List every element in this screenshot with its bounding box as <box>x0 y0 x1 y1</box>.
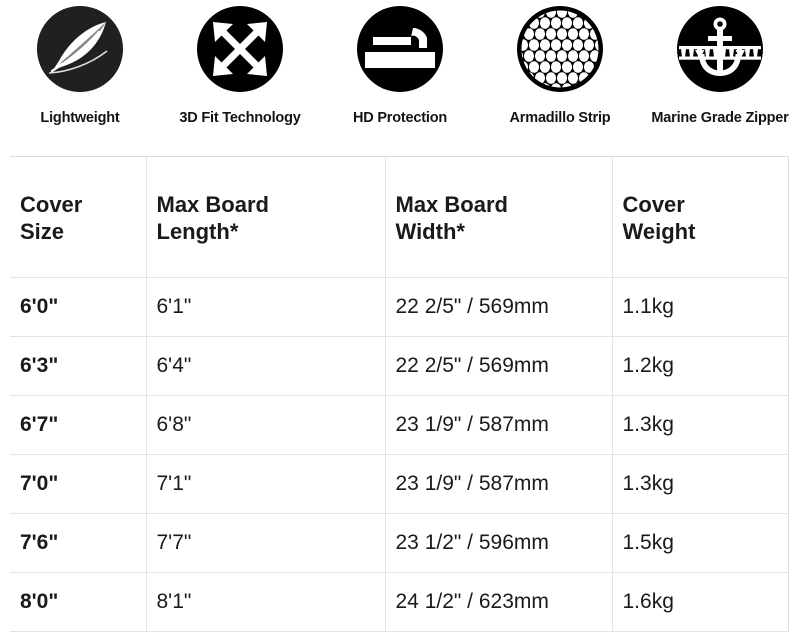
cell-max-board-width: 24 1/2" / 623mm <box>385 572 613 632</box>
feature-item-armadillo-strip: Armadillo Strip <box>480 6 640 126</box>
column-header-line2: Length* <box>156 219 239 244</box>
column-header-max-board-width: Max Board Width* <box>385 156 613 278</box>
feature-label: HD Protection <box>352 110 448 126</box>
cell-cover-size: 7'0" <box>10 454 147 514</box>
column-header-line2: Weight <box>622 219 696 244</box>
cell-cover-weight: 1.1kg <box>612 277 788 337</box>
cell-max-board-width: 23 1/9" / 587mm <box>385 395 613 455</box>
feature-label: 3D Fit Technology <box>179 110 301 126</box>
cell-max-board-length: 6'8" <box>146 395 386 455</box>
four-way-arrows-icon <box>197 6 283 92</box>
feather-icon <box>37 6 123 92</box>
honeycomb-scales-icon <box>517 6 603 92</box>
feature-item-marine-grade-zipper: Marine Grade Zipper <box>640 6 800 126</box>
column-header-line2: Size <box>20 219 65 244</box>
cell-cover-weight: 1.2kg <box>612 336 788 396</box>
feature-item-lightweight: Lightweight <box>0 6 160 126</box>
table-row: 6'0" 6'1" 22 2/5" / 569mm 1.1kg <box>10 277 788 337</box>
column-header-cover-weight: Cover Weight <box>612 156 788 278</box>
cell-cover-size: 7'6" <box>10 513 147 573</box>
cell-cover-size: 6'7" <box>10 395 147 455</box>
spec-table-body: 6'0" 6'1" 22 2/5" / 569mm 1.1kg 6'3" 6'4… <box>10 277 788 632</box>
cell-cover-weight: 1.5kg <box>612 513 788 573</box>
cell-max-board-length: 8'1" <box>146 572 386 632</box>
feature-item-3d-fit-technology: 3D Fit Technology <box>160 6 320 126</box>
column-header-line1: Cover <box>20 191 83 217</box>
cell-cover-size: 8'0" <box>10 572 147 632</box>
column-header-max-board-length: Max Board Length* <box>146 156 386 278</box>
anchor-zipper-icon <box>677 6 763 92</box>
hammer-icon <box>357 6 443 92</box>
spec-table-wrapper: Cover Size Max Board Length* Max Board W… <box>10 156 789 632</box>
feature-label: Marine Grade Zipper <box>651 110 789 126</box>
column-header-line1: Max Board <box>395 191 508 217</box>
cell-max-board-length: 7'1" <box>146 454 386 514</box>
table-row: 8'0" 8'1" 24 1/2" / 623mm 1.6kg <box>10 572 788 632</box>
cell-cover-size: 6'0" <box>10 277 147 337</box>
column-header-line1: Cover <box>622 191 685 217</box>
spec-table-head: Cover Size Max Board Length* Max Board W… <box>10 156 788 278</box>
column-header-cover-size: Cover Size <box>10 156 147 278</box>
feature-label: Armadillo Strip <box>509 110 611 126</box>
cell-max-board-width: 23 1/2" / 596mm <box>385 513 613 573</box>
cell-max-board-width: 22 2/5" / 569mm <box>385 277 613 337</box>
table-row: 7'0" 7'1" 23 1/9" / 587mm 1.3kg <box>10 454 788 514</box>
cell-cover-size: 6'3" <box>10 336 147 396</box>
table-header-row: Cover Size Max Board Length* Max Board W… <box>10 156 788 278</box>
anchor-zipper-icon-glyph <box>679 17 761 76</box>
cell-max-board-width: 23 1/9" / 587mm <box>385 454 613 514</box>
feature-strip: Lightweight 3D Fit Technology HD Protect… <box>0 0 800 126</box>
hammer-icon-glyph <box>365 28 435 68</box>
table-row: 6'7" 6'8" 23 1/9" / 587mm 1.3kg <box>10 395 788 455</box>
table-row: 7'6" 7'7" 23 1/2" / 596mm 1.5kg <box>10 513 788 573</box>
feature-label: Lightweight <box>40 110 120 126</box>
cell-max-board-width: 22 2/5" / 569mm <box>385 336 613 396</box>
cell-cover-weight: 1.6kg <box>612 572 788 632</box>
honeycomb-scales-icon-glyph <box>518 7 602 91</box>
spec-table: Cover Size Max Board Length* Max Board W… <box>10 156 789 632</box>
column-header-line1: Max Board <box>156 191 269 217</box>
four-way-arrows-icon-glyph <box>213 22 267 76</box>
column-header-line2: Width* <box>395 219 465 244</box>
cell-max-board-length: 6'1" <box>146 277 386 337</box>
feather-icon-glyph <box>37 6 123 92</box>
table-row: 6'3" 6'4" 22 2/5" / 569mm 1.2kg <box>10 336 788 396</box>
feature-item-hd-protection: HD Protection <box>320 6 480 126</box>
cell-cover-weight: 1.3kg <box>612 454 788 514</box>
cell-cover-weight: 1.3kg <box>612 395 788 455</box>
cell-max-board-length: 7'7" <box>146 513 386 573</box>
cell-max-board-length: 6'4" <box>146 336 386 396</box>
